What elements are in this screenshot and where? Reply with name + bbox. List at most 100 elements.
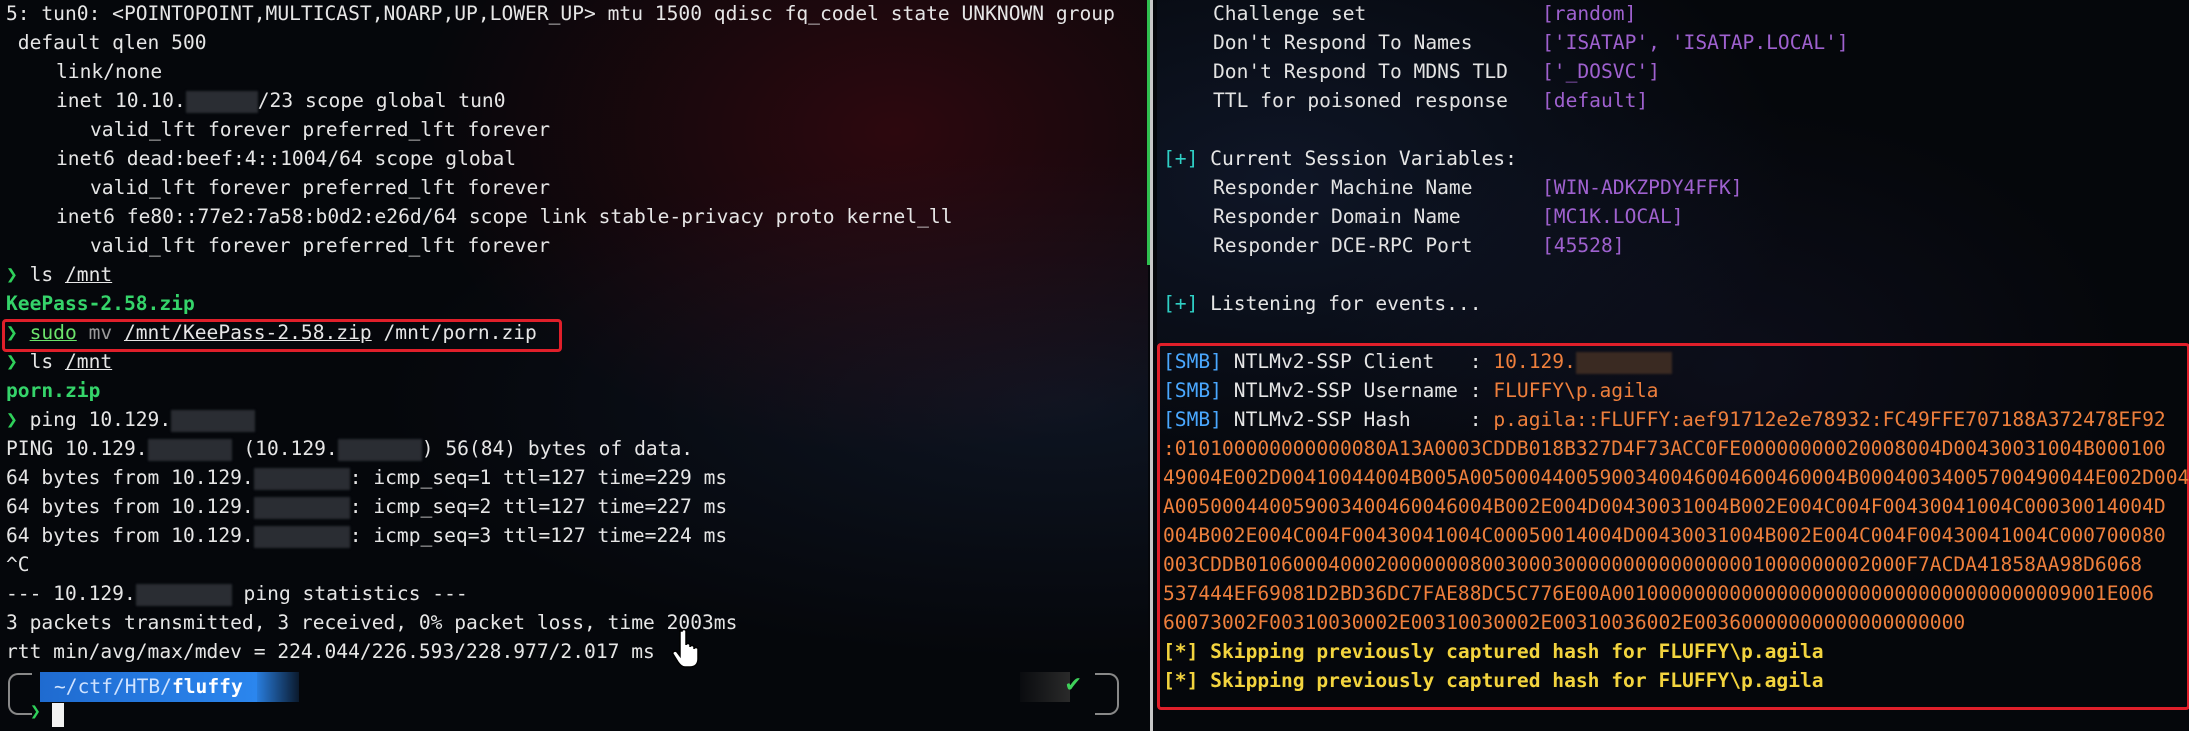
ip-output-line: 5: tun0: <POINTOPOINT,MULTICAST,NOARP,UP… [6, 2, 1115, 25]
redacted-ip [171, 409, 256, 432]
setting-value: ['_DOSVC'] [1542, 60, 1660, 83]
ping-header-text: (10.129. [231, 437, 338, 460]
command-arg: /mnt [64, 263, 113, 286]
capture-label: NTLMv2-SSP Hash : [1221, 408, 1494, 431]
ping-reply: 64 bytes from 10.129. : icmp_seq=3 ttl=12… [6, 522, 727, 550]
statusbar-left-bracket [8, 673, 32, 715]
command-line-mv: ❯ sudo mv /mnt/KeePass-2.58.zip /mnt/por… [6, 319, 537, 347]
ping-stats-text: --- 10.129. [6, 582, 136, 605]
session-row: Responder Machine Name [WIN-ADKZPDY4FFK] [1163, 174, 1743, 202]
statusbar-right-segment [1020, 672, 1070, 702]
command: ls [29, 350, 54, 373]
session-row: Responder Domain Name [MC1K.LOCAL] [1163, 203, 1684, 231]
capture-value: FLUFFY\p.agila [1493, 379, 1659, 402]
setting-label: Don't Respond To MDNS TLD [1213, 60, 1508, 83]
prompt-arrow-icon: ❯ [6, 350, 18, 373]
pane-divider[interactable] [1147, 0, 1153, 731]
session-header: [+] Current Session Variables: [1163, 145, 1517, 173]
capture-label: NTLMv2-SSP Username : [1221, 379, 1494, 402]
prompt-arrow-icon: ❯ [6, 321, 18, 344]
capture-hash-line: [SMB] NTLMv2-SSP Hash : p.agila::FLUFFY:… [1163, 406, 2166, 434]
hash-continuation: 49004E002D00410044004B005A00500044005900… [1163, 466, 2189, 489]
command-arg: 10.129. [88, 408, 172, 431]
directory-name: fluffy [171, 675, 243, 698]
sudo-command: sudo [29, 321, 77, 344]
command-line-ls: ❯ ls /mnt [6, 348, 112, 376]
ping-reply: 64 bytes from 10.129. : icmp_seq=2 ttl=12… [6, 493, 727, 521]
smb-tag: [SMB] [1163, 350, 1222, 373]
ping-header-text: ) 56(84) bytes of data. [421, 437, 694, 460]
ping-reply-text: : icmp_seq=3 ttl=127 time=224 ms [349, 524, 728, 547]
ping-reply-text: : icmp_seq=1 ttl=127 time=229 ms [349, 466, 728, 489]
capture-username-line: [SMB] NTLMv2-SSP Username : FLUFFY\p.agi… [1163, 377, 1658, 405]
interrupt-line: ^C [6, 553, 30, 576]
statusbar-right-bracket [1095, 673, 1119, 715]
hash-continuation: 537444EF69081D2BD36DC7FAE88DC5C776E00A00… [1163, 582, 2154, 605]
prompt-arrow-icon: ❯ [6, 263, 18, 286]
info-marker: [+] [1163, 292, 1199, 315]
setting-row: TTL for poisoned response [default] [1163, 87, 1648, 115]
hash-continuation: A005000440059003400460046004B002E004D004… [1163, 495, 2166, 518]
redacted-ip [147, 438, 232, 461]
ip-output-line: valid_lft forever preferred_lft forever [90, 234, 551, 257]
hash-continuation: 004B002E004C004F00430041004C00050014004D… [1163, 524, 2166, 547]
session-value: [45528] [1542, 234, 1625, 257]
hash-value: p.agila::FLUFFY:aef91712e2e78932:FC49FFE… [1493, 408, 2166, 431]
ping-header-text: PING 10.129. [6, 437, 148, 460]
skip-message: [*] Skipping previously captured hash fo… [1163, 669, 1824, 692]
ls-output: KeePass-2.58.zip [6, 292, 195, 315]
command: ping [29, 408, 77, 431]
setting-row: Challenge set [random] [1163, 0, 1636, 28]
text-cursor[interactable] [52, 703, 64, 727]
prompt-status-bar: ~/ctf/HTB/fluffy ✔ ❯ [0, 665, 1148, 731]
command: ls [29, 263, 54, 286]
ping-reply-text: 64 bytes from 10.129. [6, 466, 254, 489]
success-check-icon: ✔ [1066, 669, 1081, 697]
command-arg: /mnt [64, 350, 113, 373]
ip-output-line: link/none [56, 60, 163, 83]
session-value: [MC1K.LOCAL] [1542, 205, 1684, 228]
ip-output-line: valid_lft forever preferred_lft forever [90, 118, 551, 141]
hash-continuation: 60073002F00310030002E00310030002E0031003… [1163, 611, 1966, 634]
redacted-ip [253, 525, 350, 548]
setting-label: TTL for poisoned response [1213, 89, 1508, 112]
hand-pointer-icon [672, 628, 699, 668]
listening-line: [+] Listening for events... [1163, 290, 1482, 318]
redacted-ip [185, 90, 258, 113]
capture-client-line: [SMB] NTLMv2-SSP Client : 10.129. [1163, 348, 1672, 376]
session-value: [WIN-ADKZPDY4FFK] [1542, 176, 1743, 199]
redacted-ip [1575, 351, 1672, 374]
ip-output-line: valid_lft forever preferred_lft forever [90, 176, 551, 199]
redacted-ip [253, 496, 350, 519]
ping-reply: 64 bytes from 10.129. : icmp_seq=1 ttl=12… [6, 464, 727, 492]
redacted-ip [253, 467, 350, 490]
setting-value: ['ISATAP', 'ISATAP.LOCAL'] [1542, 31, 1849, 54]
ping-stats-text: ping statistics --- [231, 582, 468, 605]
redacted-ip [135, 583, 232, 606]
ip-output-line: inet 10.10. /23 scope global tun0 [6, 87, 506, 115]
setting-row: Don't Respond To MDNS TLD ['_DOSVC'] [1163, 58, 1660, 86]
setting-label: Don't Respond To Names [1213, 31, 1473, 54]
info-marker: [+] [1163, 147, 1199, 170]
hash-continuation: 003CDDB010600040002000000080030003000000… [1163, 553, 2143, 576]
left-terminal-pane[interactable]: 5: tun0: <POINTOPOINT,MULTICAST,NOARP,UP… [0, 0, 1148, 731]
session-label: Responder Machine Name [1213, 176, 1473, 199]
session-header-text: Current Session Variables: [1198, 147, 1517, 170]
command-line-ls: ❯ ls /mnt [6, 261, 112, 289]
mv-source: /mnt/KeePass-2.58.zip [123, 321, 372, 344]
ping-reply-text: 64 bytes from 10.129. [6, 524, 254, 547]
ip-output-line: default qlen 500 [6, 31, 207, 54]
ping-reply-text: 64 bytes from 10.129. [6, 495, 254, 518]
hash-continuation: :010100000000000080A13A0003CDDB018B327D4… [1163, 437, 2166, 460]
capture-label: NTLMv2-SSP Client : [1221, 350, 1494, 373]
ip-output-line: inet6 fe80::77e2:7a58:b0d2:e26d/64 scope… [56, 205, 953, 228]
right-terminal-pane[interactable]: Challenge set [random] Don't Respond To N… [1157, 0, 2189, 731]
ping-stats-header: --- 10.129. ping statistics --- [6, 580, 468, 608]
command-line-ping: ❯ ping 10.129. [6, 406, 256, 434]
ping-reply-text: : icmp_seq=2 ttl=127 time=227 ms [349, 495, 728, 518]
session-label: Responder DCE-RPC Port [1213, 234, 1473, 257]
skip-message: [*] Skipping previously captured hash fo… [1163, 640, 1824, 663]
active-pane-indicator [1147, 0, 1150, 265]
prompt-arrow-icon: ❯ [6, 408, 18, 431]
ls-output: porn.zip [6, 379, 101, 402]
